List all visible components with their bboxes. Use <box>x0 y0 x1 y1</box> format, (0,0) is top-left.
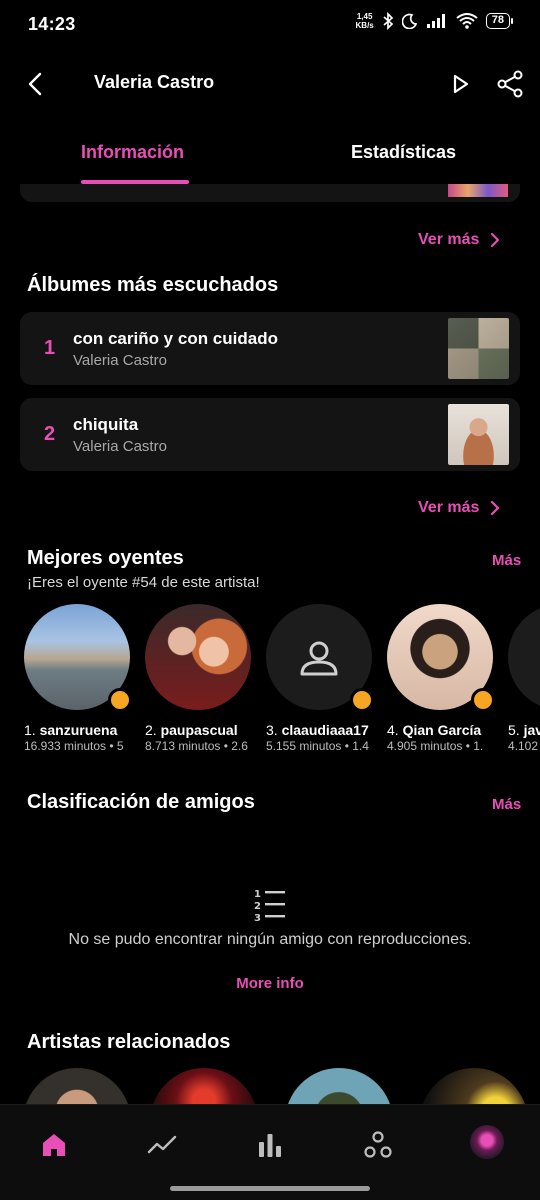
play-icon[interactable] <box>446 70 474 98</box>
friends-icon[interactable] <box>362 1129 394 1161</box>
listener-rank: 1. <box>24 722 36 738</box>
related-artist-avatar[interactable] <box>420 1068 528 1104</box>
album-rank: 1 <box>44 337 56 359</box>
listener-badge <box>471 688 495 712</box>
album-name: con cariño y con cuidado <box>73 329 278 348</box>
tracks-see-more-link[interactable]: Ver más <box>418 231 501 249</box>
svg-text:2: 2 <box>254 901 261 912</box>
listener-username: sanzuruena <box>39 722 118 738</box>
more-info-link[interactable]: More info <box>0 975 540 992</box>
svg-text:3: 3 <box>254 913 261 924</box>
listener-badge <box>108 688 132 712</box>
listener-rank-note: ¡Eres el oyente #54 de este artista! <box>27 574 260 591</box>
album-name: chiquita <box>73 415 139 434</box>
album-cover <box>448 318 509 379</box>
album-row[interactable]: 1 con cariño y con cuidado Valeria Castr… <box>20 312 520 385</box>
svg-text:1: 1 <box>254 889 261 900</box>
app-header: Valeria Castro <box>0 56 540 112</box>
album-cover <box>448 404 509 465</box>
friends-ranking-more-link[interactable]: Más <box>492 796 521 813</box>
related-artist-avatar[interactable] <box>285 1068 393 1104</box>
status-bar: 14:23 1,45 KB/s 78 <box>0 0 540 50</box>
listener-badge <box>350 688 374 712</box>
status-icons: 1,45 KB/s 78 <box>356 12 514 30</box>
album-rank: 2 <box>44 423 56 445</box>
album-artist: Valeria Castro <box>73 438 167 455</box>
listener-minutes: 4.102 <box>508 739 539 753</box>
network-speed: 1,45 KB/s <box>356 12 374 30</box>
album-row[interactable]: 2 chiquita Valeria Castro <box>20 398 520 471</box>
listener-name: 2. paupascual <box>145 722 238 738</box>
friends-ranking-title: Clasificación de amigos <box>27 791 255 813</box>
listener-rank: 3. <box>266 722 278 738</box>
listener-name: 4. Qian García <box>387 722 481 738</box>
listener-minutes: 8.713 minutos • 2.6 <box>145 739 248 753</box>
active-tab-indicator <box>81 180 189 184</box>
avatar <box>508 604 540 710</box>
tab-information[interactable]: Información <box>81 142 184 163</box>
trend-icon[interactable] <box>146 1129 178 1161</box>
listener-name: 1. sanzuruena <box>24 722 117 738</box>
listener-username: claaudiaaa17 <box>281 722 369 738</box>
profile-avatar[interactable] <box>470 1125 504 1159</box>
listener-rank: 5. <box>508 722 520 738</box>
see-more-label: Ver más <box>418 231 480 248</box>
signal-icon <box>426 14 445 28</box>
related-artists-carousel[interactable] <box>0 1068 540 1104</box>
tab-bar: Información Estadísticas <box>0 128 540 184</box>
listener-name: 3. claaudiaaa17 <box>266 722 369 738</box>
back-arrow-icon[interactable] <box>22 70 50 98</box>
listener-minutes: 16.933 minutos • 5 <box>24 739 124 753</box>
wifi-icon <box>456 13 478 29</box>
battery-indicator: 78 <box>485 13 514 29</box>
bluetooth-icon <box>383 12 393 30</box>
related-artists-title: Artistas relacionados <box>27 1031 231 1053</box>
avatar <box>145 604 251 710</box>
moon-icon <box>401 13 417 29</box>
page-title: Valeria Castro <box>94 72 215 92</box>
related-artist-avatar[interactable] <box>23 1068 131 1104</box>
listener-minutes: 5.155 minutos • 1.4 <box>266 739 369 753</box>
network-speed-value: 1,45 <box>356 12 373 21</box>
home-icon[interactable] <box>38 1129 70 1161</box>
network-speed-unit: KB/s <box>355 21 374 30</box>
albums-section-title: Álbumes más escuchados <box>27 274 279 296</box>
listener-name: 5. jav <box>508 722 540 738</box>
related-artist-avatar[interactable] <box>150 1068 258 1104</box>
listener-rank: 2. <box>145 722 157 738</box>
bar-chart-icon[interactable] <box>254 1129 286 1161</box>
tab-statistics[interactable]: Estadísticas <box>351 142 456 163</box>
listener-rank: 4. <box>387 722 399 738</box>
home-indicator <box>170 1186 370 1191</box>
albums-see-more-link[interactable]: Ver más <box>418 499 501 517</box>
chevron-right-icon <box>491 232 500 248</box>
listener-username: paupascual <box>160 722 238 738</box>
top-listeners-carousel[interactable]: 1. sanzuruena 16.933 minutos • 5 2. paup… <box>0 602 540 762</box>
top-listeners-title: Mejores oyentes <box>27 547 184 569</box>
chevron-right-icon <box>491 500 500 516</box>
listener-username: jav <box>523 722 540 738</box>
top-listeners-more-link[interactable]: Más <box>492 552 521 569</box>
status-time: 14:23 <box>28 14 76 34</box>
share-icon[interactable] <box>494 68 526 100</box>
listener-username: Qian García <box>402 722 482 738</box>
album-artist: Valeria Castro <box>73 352 167 369</box>
numbered-list-icon: 1 2 3 <box>254 889 285 924</box>
friends-empty-message: No se pudo encontrar ningún amigo con re… <box>68 931 472 948</box>
listener-minutes: 4.905 minutos • 1. <box>387 739 484 753</box>
see-more-label: Ver más <box>418 499 480 516</box>
